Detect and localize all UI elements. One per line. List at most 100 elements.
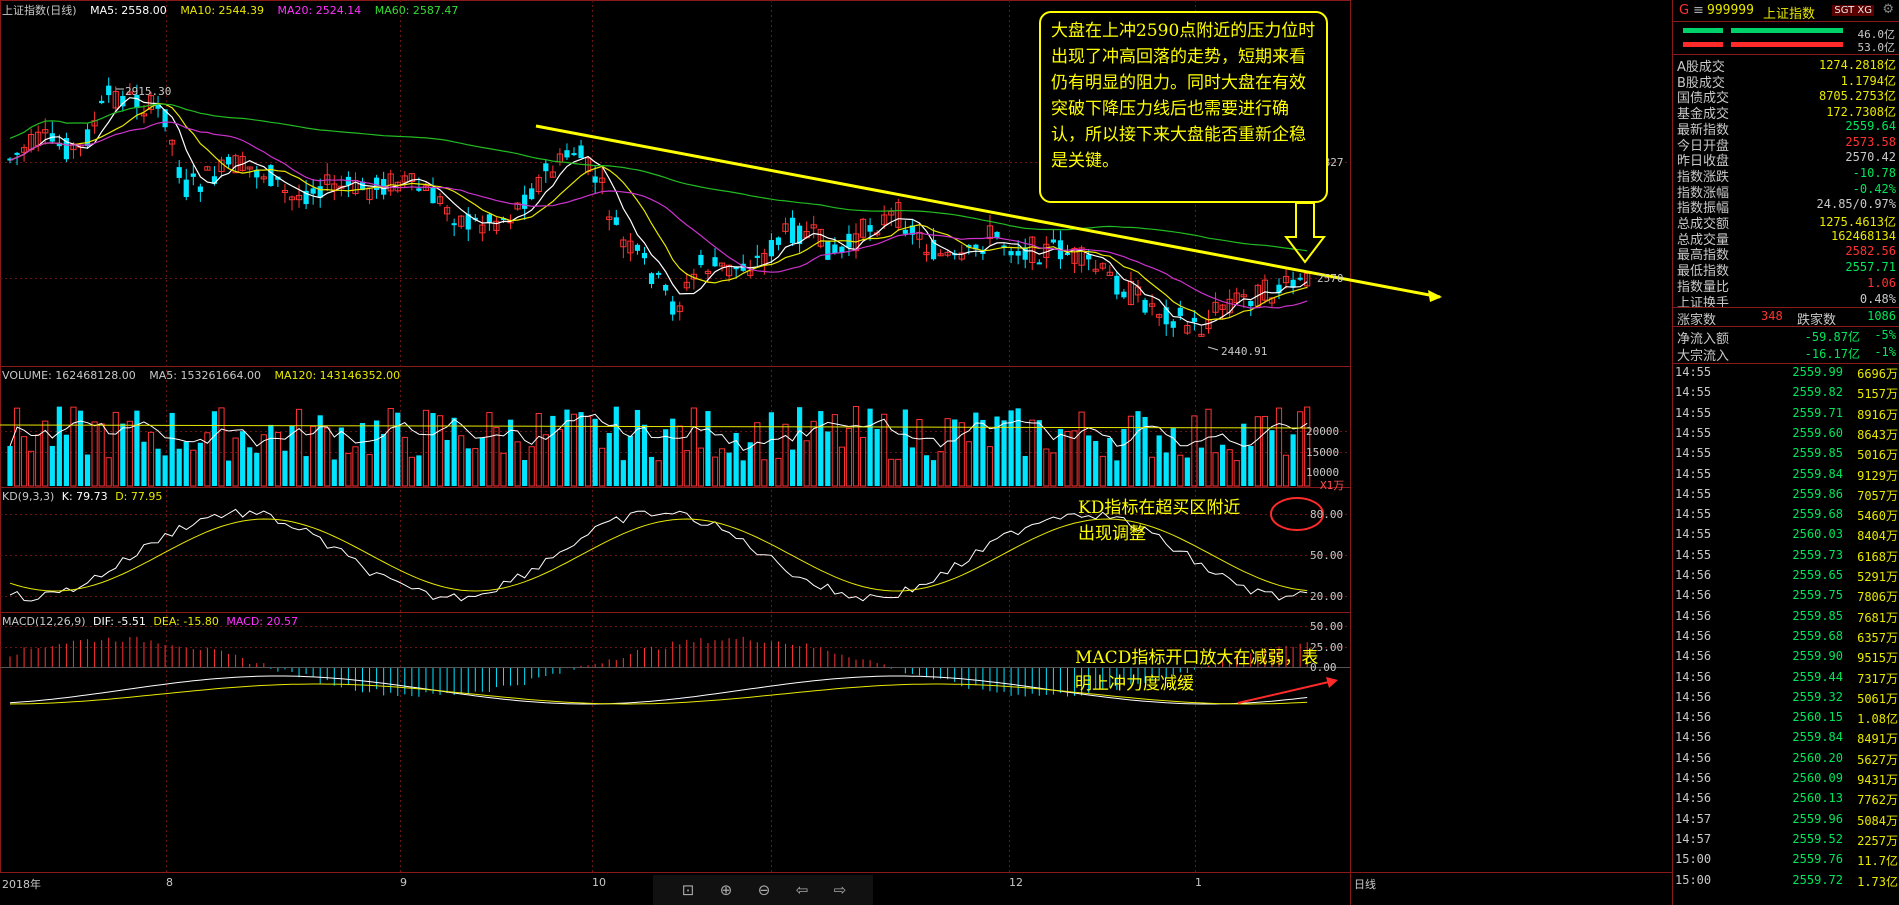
volume-bar xyxy=(754,422,761,487)
quote-row-value: 162468134 xyxy=(1830,228,1896,243)
volume-bar xyxy=(634,409,641,486)
tick-volume: 5016万 xyxy=(1857,448,1898,463)
tick-price: 2559.65 xyxy=(1792,568,1843,582)
volume-bar xyxy=(606,432,612,486)
tick-row: 14:56 2559.75 7806万 xyxy=(1673,588,1899,606)
quote-row: 总成交量 162468134 xyxy=(1673,228,1899,248)
quote-row: 国债成交 8705.2753亿 xyxy=(1673,87,1899,106)
quote-row-value: 24.85/0.97% xyxy=(1816,197,1896,212)
tick-volume: 8491万 xyxy=(1857,732,1898,747)
tick-price: 2559.52 xyxy=(1792,831,1843,846)
kline-chart[interactable] xyxy=(0,0,1672,905)
tick-volume: 6357万 xyxy=(1857,630,1898,645)
tick-time: 14:56 xyxy=(1675,649,1712,664)
quote-row-value: 1.1794亿 xyxy=(1840,73,1896,88)
volume-bar xyxy=(458,435,465,487)
tick-time: 14:55 xyxy=(1675,446,1712,461)
volume-bar xyxy=(775,457,782,487)
volume-bar xyxy=(155,448,161,486)
volume-bar xyxy=(1220,444,1226,486)
quote-row: 指数振幅 24.85/0.97% xyxy=(1673,197,1899,216)
volume-bar xyxy=(1127,415,1135,487)
volume-bar xyxy=(1135,411,1141,486)
volume-bar xyxy=(930,460,937,486)
volume-bar xyxy=(697,447,704,487)
scroll-right-icon[interactable]: ⇨ xyxy=(825,878,855,902)
volume-bar xyxy=(422,409,430,487)
candle-body xyxy=(374,177,380,190)
volume-bar xyxy=(225,460,232,486)
volume-bar xyxy=(952,419,958,486)
candle-body xyxy=(902,229,908,234)
candle-body xyxy=(430,187,436,204)
tick-time: 15:00 xyxy=(1675,852,1712,867)
volume-bar xyxy=(705,411,711,486)
tick-price: 2559.32 xyxy=(1792,689,1843,704)
volume-bar xyxy=(867,408,873,486)
menu-icon[interactable]: ≡ xyxy=(1693,3,1704,18)
volume-bar xyxy=(641,424,648,486)
candle-body xyxy=(190,173,196,177)
tick-row: 14:56 2559.68 6357万 xyxy=(1673,629,1899,647)
volume-bar xyxy=(1086,435,1092,486)
volume-bar xyxy=(147,431,155,487)
flow-label-block: 大宗流入 xyxy=(1677,349,1730,364)
volume-bar xyxy=(190,449,197,487)
quote-row-value: 2559.64 xyxy=(1845,118,1896,133)
quote-row-value: 1275.4613亿 xyxy=(1818,215,1896,229)
zoom-in-icon[interactable]: ⊕ xyxy=(711,878,741,902)
volume-bar xyxy=(782,423,789,487)
volume-bar xyxy=(599,447,606,487)
tick-time: 14:56 xyxy=(1675,568,1712,582)
tick-row: 14:55 2559.68 5460万 xyxy=(1673,507,1899,525)
candle-body xyxy=(451,223,457,226)
macd-annotation-line1: MACD指标开口放大在减弱，表 xyxy=(1075,648,1319,668)
volume-bar xyxy=(254,452,260,486)
macd-trend-arrow xyxy=(1237,677,1338,704)
settings-icon[interactable]: ⚙ xyxy=(1882,2,1894,17)
scroll-left-icon[interactable]: ⇦ xyxy=(787,878,817,902)
candle-body xyxy=(754,255,760,258)
volume-bar xyxy=(169,412,175,486)
fit-screen-icon[interactable]: ⊡ xyxy=(673,878,703,902)
volume-bar xyxy=(374,420,380,486)
flow-value-net: -59.87亿 xyxy=(1804,330,1860,344)
flow-row-net: 净流入额 -59.87亿 -5% xyxy=(1673,328,1899,347)
kd-annotation-line1: KD指标在超买区附近 xyxy=(1078,498,1241,518)
volume-bar xyxy=(1248,445,1254,486)
candle-body xyxy=(14,152,20,155)
quote-row: A股成交 1274.2818亿 xyxy=(1673,56,1899,75)
flow-row-block: 大宗流入 -16.17亿 -1% xyxy=(1673,345,1899,364)
tick-time: 14:56 xyxy=(1675,791,1712,806)
tick-time: 14:56 xyxy=(1675,628,1712,643)
volume-bar xyxy=(303,456,309,486)
x-label-1: 1 xyxy=(1195,876,1202,889)
flow-value-block: -16.17亿 xyxy=(1804,347,1860,361)
macd-dea-readout: DEA: -15.80 xyxy=(153,615,219,628)
volume-bar xyxy=(21,436,28,487)
volume-bar xyxy=(105,457,112,487)
volume-bar xyxy=(70,406,77,487)
zoom-out-icon[interactable]: ⊖ xyxy=(749,878,779,902)
tick-price: 2560.15 xyxy=(1792,710,1843,725)
quote-title-bar: G ≡ 999999 上证指数 SGT XG ⚙ xyxy=(1673,0,1899,22)
quote-row-value: 8705.2753亿 xyxy=(1818,89,1896,104)
volume-ma120-line xyxy=(0,424,1311,429)
volume-bar xyxy=(472,448,479,487)
main-header: 上证指数(日线) MA5: 2558.00 MA10: 2544.39 MA20… xyxy=(2,2,468,18)
volume-bar xyxy=(282,450,288,486)
trendline-arrowhead xyxy=(1428,290,1442,302)
market-code-prefix: G xyxy=(1679,3,1690,18)
low-marker xyxy=(1207,346,1219,351)
macd-annotation-line2: 明上冲力度减缓 xyxy=(1075,674,1194,694)
volume-bar xyxy=(831,414,838,487)
advance-decline-row: 涨家数 348 跌家数 1086 xyxy=(1673,309,1899,328)
x-label-9: 9 xyxy=(400,876,407,889)
volume-bar xyxy=(1149,456,1156,487)
tick-row: 14:56 2559.84 8491万 xyxy=(1673,730,1899,748)
volume-bar xyxy=(197,442,203,486)
period-label[interactable]: 日线 xyxy=(1354,876,1376,892)
volume-bar xyxy=(683,450,690,487)
volume-bar xyxy=(570,413,578,487)
volume-bar xyxy=(522,459,528,486)
